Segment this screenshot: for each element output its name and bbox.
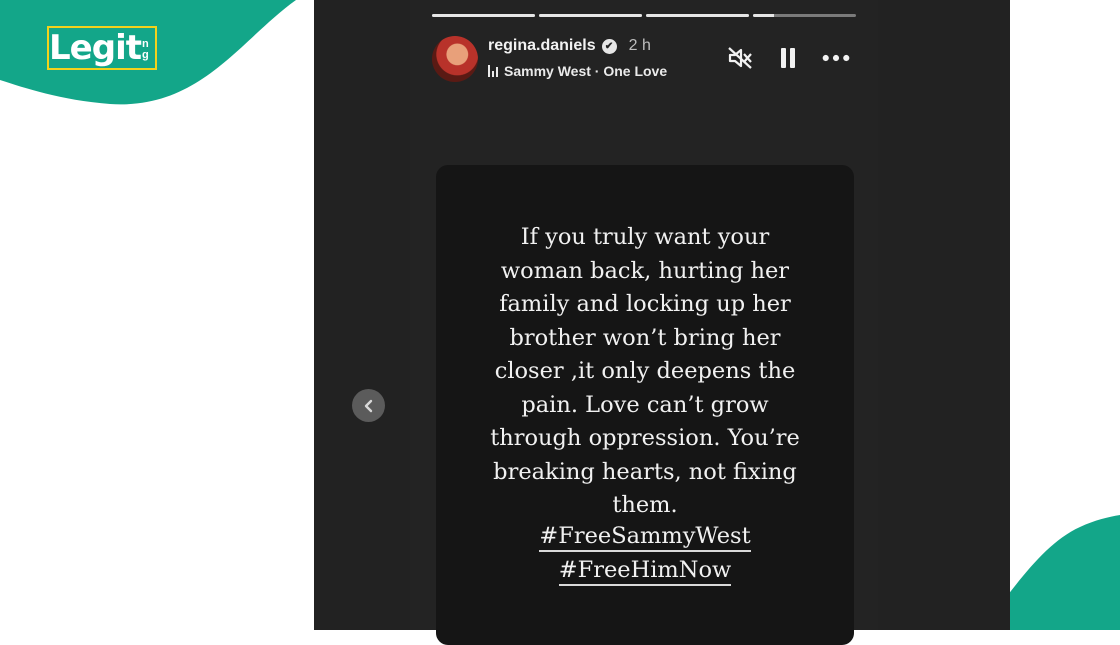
more-icon (822, 54, 850, 62)
avatar[interactable] (432, 36, 478, 82)
progress-segment-1 (432, 14, 535, 17)
story-text: If you truly want your woman back, hurti… (490, 224, 800, 518)
story-controls (726, 44, 850, 72)
username[interactable]: regina.daniels ✔ 2 h (488, 37, 651, 55)
mute-button[interactable] (726, 44, 754, 72)
story-progress (432, 14, 856, 17)
pause-icon (781, 48, 795, 68)
screenshot-frame: regina.daniels ✔ 2 h Sammy West · One Lo… (314, 0, 1010, 645)
pause-button[interactable] (774, 44, 802, 72)
verified-badge-icon: ✔ (601, 38, 617, 54)
hashtag-link[interactable]: #FreeSammyWest (539, 522, 751, 552)
more-button[interactable] (822, 44, 850, 72)
previous-story-button[interactable] (352, 389, 385, 422)
progress-segment-3 (646, 14, 749, 17)
progress-segment-2 (539, 14, 642, 17)
story-header: regina.daniels ✔ 2 h Sammy West · One Lo… (432, 34, 858, 84)
mute-icon (728, 47, 752, 69)
hashtag-link[interactable]: #FreeHimNow (558, 556, 732, 586)
hashtags: #FreeSammyWest #FreeHimNow (436, 522, 854, 590)
legit-logo: Legit n g (47, 26, 157, 70)
chevron-left-icon (364, 399, 372, 412)
music-label: Sammy West · One Love (504, 63, 668, 79)
story-viewer: regina.daniels ✔ 2 h Sammy West · One Lo… (410, 0, 878, 645)
story-text-card: If you truly want your woman back, hurti… (436, 165, 854, 645)
logo-tld: n g (141, 38, 149, 61)
logo-text: Legit (49, 28, 142, 68)
progress-segment-4 (753, 14, 856, 17)
music-track[interactable]: Sammy West · One Love (488, 63, 698, 79)
post-time: 2 h (628, 37, 651, 54)
username-text: regina.daniels (488, 37, 596, 54)
music-bars-icon (488, 65, 498, 77)
